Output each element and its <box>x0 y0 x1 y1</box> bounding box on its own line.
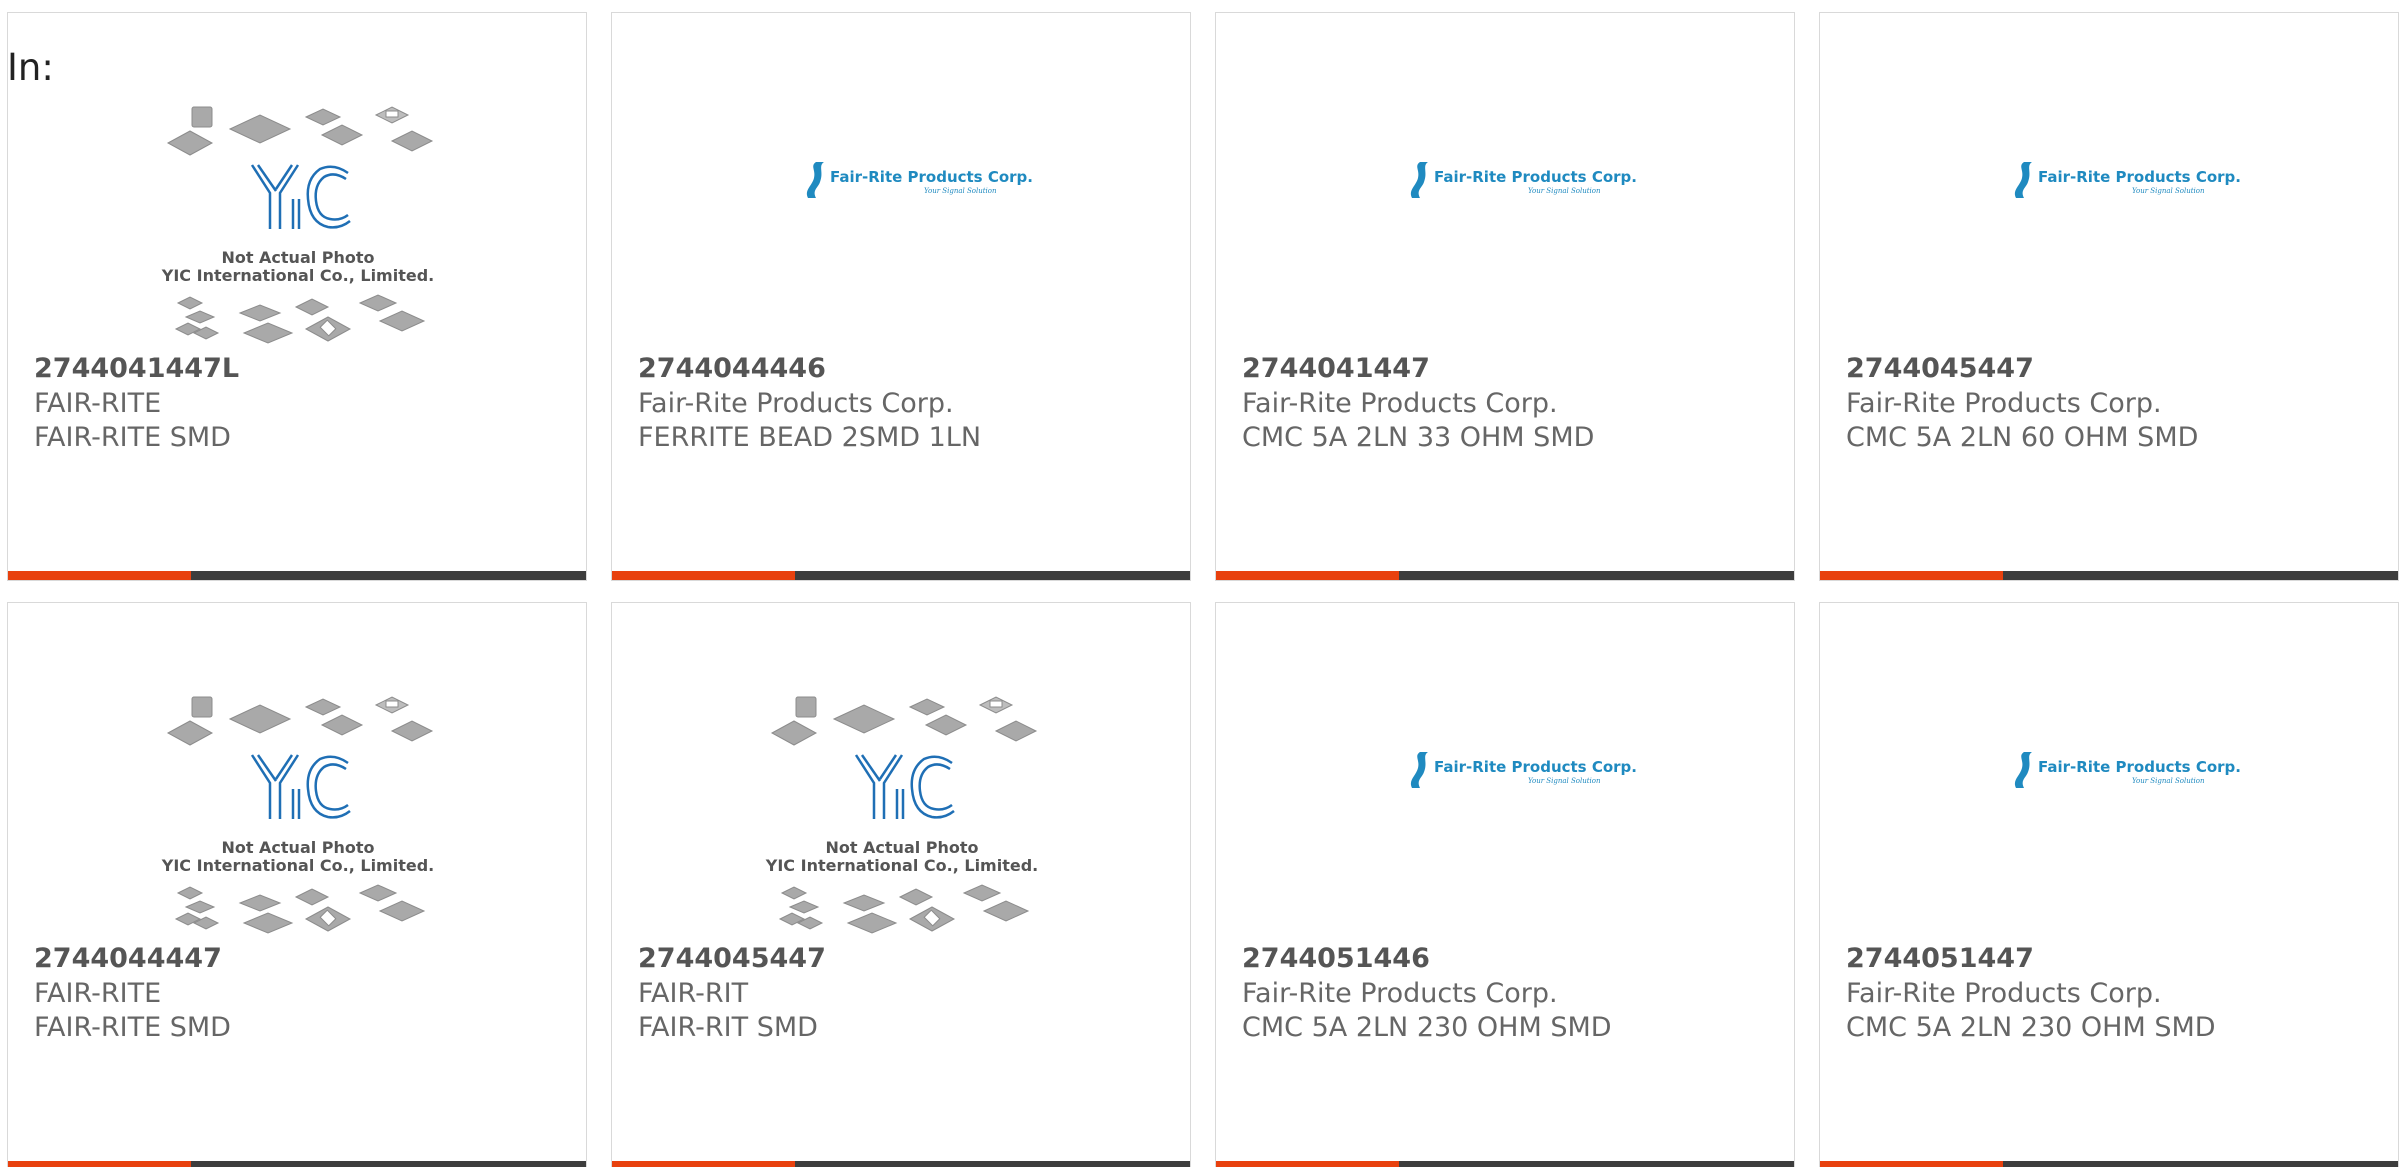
fair-rite-logo: Fair-Rite Products Corp. Your Signal Sol… <box>2010 750 2241 800</box>
not-actual-photo-text: Not Actual Photo <box>221 838 375 857</box>
yic-placeholder-graphic <box>770 696 1038 934</box>
not-actual-photo-text: Not Actual Photo <box>221 248 375 267</box>
product-description: FAIR-RITE SMD <box>34 1012 231 1043</box>
product-description: FAIR-RIT SMD <box>638 1012 818 1043</box>
not-actual-photo-image: Not Actual Photo YIC International Co., … <box>8 13 586 353</box>
fair-rite-tagline: Your Signal Solution <box>924 187 997 195</box>
card-footer-accent <box>612 571 795 580</box>
fair-rite-tagline: Your Signal Solution <box>2132 187 2205 195</box>
manufacturer-name: FAIR-RIT <box>638 978 749 1009</box>
product-card[interactable]: Fair-Rite Products Corp. Your Signal Sol… <box>1819 12 2399 581</box>
manufacturer-name: FAIR-RITE <box>34 978 162 1009</box>
product-description: CMC 5A 2LN 230 OHM SMD <box>1242 1012 1612 1043</box>
card-footer-bar <box>612 571 1190 580</box>
product-card[interactable]: Fair-Rite Products Corp. Your Signal Sol… <box>1215 12 1795 581</box>
card-footer-accent <box>612 1161 795 1167</box>
product-image[interactable]: Not Actual Photo YIC International Co., … <box>8 13 586 353</box>
product-card[interactable]: Not Actual Photo YIC International Co., … <box>7 602 587 1167</box>
part-number[interactable]: 2744041447 <box>1242 353 1430 384</box>
part-number[interactable]: 2744044446 <box>638 353 826 384</box>
product-card[interactable]: Fair-Rite Products Corp. Your Signal Sol… <box>611 12 1191 581</box>
card-footer-bar <box>1216 1161 1794 1167</box>
product-description: CMC 5A 2LN 33 OHM SMD <box>1242 422 1595 453</box>
fair-rite-tagline: Your Signal Solution <box>1528 777 1601 785</box>
not-actual-photo-image: Not Actual Photo YIC International Co., … <box>612 603 1190 943</box>
yic-company-text: YIC International Co., Limited. <box>161 856 435 875</box>
fair-rite-logo: Fair-Rite Products Corp. Your Signal Sol… <box>1406 750 1637 800</box>
not-actual-photo-text: Not Actual Photo <box>825 838 979 857</box>
product-image[interactable]: Fair-Rite Products Corp. Your Signal Sol… <box>1216 13 1794 353</box>
not-actual-photo-image: Not Actual Photo YIC International Co., … <box>8 603 586 943</box>
product-description: FAIR-RITE SMD <box>34 422 231 453</box>
fair-rite-wave-icon <box>806 162 824 198</box>
fair-rite-tagline: Your Signal Solution <box>1528 187 1601 195</box>
yic-placeholder-graphic <box>166 106 434 344</box>
part-number[interactable]: 2744045447 <box>1846 353 2034 384</box>
fair-rite-wave-icon <box>1410 162 1428 198</box>
fair-rite-tagline: Your Signal Solution <box>2132 777 2205 785</box>
part-number[interactable]: 2744044447 <box>34 943 222 974</box>
fair-rite-logo-text: Fair-Rite Products Corp. <box>1434 758 1637 776</box>
part-number[interactable]: 2744041447L <box>34 353 239 384</box>
product-card[interactable]: Not Actual Photo YIC International Co., … <box>7 12 587 581</box>
card-footer-bar <box>1820 1161 2398 1167</box>
fair-rite-logo-text: Fair-Rite Products Corp. <box>2038 758 2241 776</box>
fair-rite-logo-text: Fair-Rite Products Corp. <box>1434 168 1637 186</box>
manufacturer-name: Fair-Rite Products Corp. <box>1242 388 1558 419</box>
card-footer-accent <box>1820 571 2003 580</box>
product-card[interactable]: Not Actual Photo YIC International Co., … <box>611 602 1191 1167</box>
product-image[interactable]: Not Actual Photo YIC International Co., … <box>612 603 1190 943</box>
product-description: CMC 5A 2LN 60 OHM SMD <box>1846 422 2199 453</box>
card-footer-bar <box>1216 571 1794 580</box>
card-footer-bar <box>1820 571 2398 580</box>
product-image[interactable]: Fair-Rite Products Corp. Your Signal Sol… <box>1820 603 2398 943</box>
card-footer-accent <box>1216 1161 1399 1167</box>
product-description: CMC 5A 2LN 230 OHM SMD <box>1846 1012 2216 1043</box>
fair-rite-wave-icon <box>2014 162 2032 198</box>
part-number[interactable]: 2744045447 <box>638 943 826 974</box>
product-image[interactable]: Not Actual Photo YIC International Co., … <box>8 603 586 943</box>
fair-rite-logo: Fair-Rite Products Corp. Your Signal Sol… <box>1406 160 1637 210</box>
manufacturer-name: Fair-Rite Products Corp. <box>1846 388 2162 419</box>
manufacturer-name: Fair-Rite Products Corp. <box>1846 978 2162 1009</box>
card-footer-bar <box>612 1161 1190 1167</box>
card-footer-accent <box>1820 1161 2003 1167</box>
product-image[interactable]: Fair-Rite Products Corp. Your Signal Sol… <box>1216 603 1794 943</box>
part-number[interactable]: 2744051447 <box>1846 943 2034 974</box>
product-description: FERRITE BEAD 2SMD 1LN <box>638 422 982 453</box>
in-label: In: <box>7 46 54 89</box>
yic-company-text: YIC International Co., Limited. <box>161 266 435 285</box>
fair-rite-wave-icon <box>2014 752 2032 788</box>
yic-placeholder-graphic <box>166 696 434 934</box>
manufacturer-name: FAIR-RITE <box>34 388 162 419</box>
card-footer-bar <box>8 1161 586 1167</box>
fair-rite-logo: Fair-Rite Products Corp. Your Signal Sol… <box>802 160 1033 210</box>
product-card[interactable]: Fair-Rite Products Corp. Your Signal Sol… <box>1215 602 1795 1167</box>
product-card[interactable]: Fair-Rite Products Corp. Your Signal Sol… <box>1819 602 2399 1167</box>
fair-rite-logo-text: Fair-Rite Products Corp. <box>830 168 1033 186</box>
yic-company-text: YIC International Co., Limited. <box>765 856 1039 875</box>
card-footer-accent <box>8 571 191 580</box>
card-footer-bar <box>8 571 586 580</box>
product-image[interactable]: Fair-Rite Products Corp. Your Signal Sol… <box>1820 13 2398 353</box>
card-footer-accent <box>8 1161 191 1167</box>
fair-rite-wave-icon <box>1410 752 1428 788</box>
manufacturer-name: Fair-Rite Products Corp. <box>638 388 954 419</box>
fair-rite-logo-text: Fair-Rite Products Corp. <box>2038 168 2241 186</box>
part-number[interactable]: 2744051446 <box>1242 943 1430 974</box>
product-image[interactable]: Fair-Rite Products Corp. Your Signal Sol… <box>612 13 1190 353</box>
card-footer-accent <box>1216 571 1399 580</box>
manufacturer-name: Fair-Rite Products Corp. <box>1242 978 1558 1009</box>
fair-rite-logo: Fair-Rite Products Corp. Your Signal Sol… <box>2010 160 2241 210</box>
